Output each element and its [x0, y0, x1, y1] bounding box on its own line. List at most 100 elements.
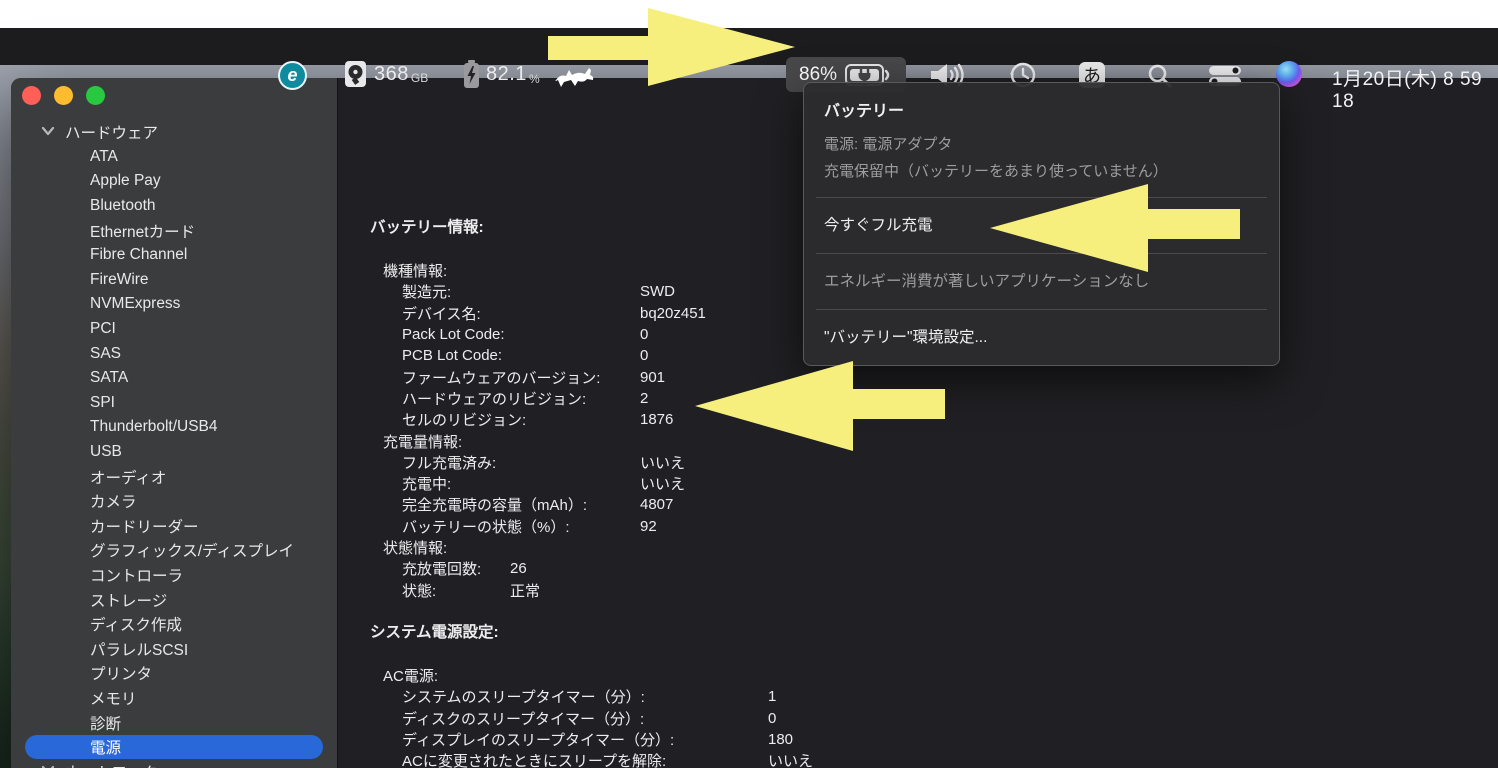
eset-menu-extra[interactable]: e: [278, 61, 307, 90]
info-value: 4807: [640, 496, 674, 514]
menu-status-line: 電源: 電源アダプタ: [824, 136, 953, 153]
system-power-header: システム電源設定:: [370, 624, 499, 641]
battery-health-menu-extra[interactable]: 82.1 %: [463, 59, 540, 89]
menu-item-"バッテリー"環境設定...[interactable]: "バッテリー"環境設定...: [824, 325, 987, 347]
sidebar-item-SAS[interactable]: SAS: [11, 341, 337, 366]
sidebar-item-USB[interactable]: USB: [11, 440, 337, 465]
sidebar-item-label: 診断: [90, 715, 122, 733]
info-label: PCB Lot Code:: [402, 347, 503, 365]
info-label: システムのスリープタイマー（分）:: [402, 689, 645, 707]
desktop: e 368 GB 82.1 % 86% あ 1月20日(木) 8 59 18 ハ…: [0, 0, 1498, 768]
sidebar-item-label: コントローラ: [90, 567, 184, 585]
sidebar-item-グラフィックス/ディスプレイ[interactable]: グラフィックス/ディスプレイ: [11, 538, 337, 563]
info-label: バッテリーの状態（%）:: [402, 518, 570, 536]
info-value: 1876: [640, 411, 674, 429]
info-label: ディスプレイのスリープタイマー（分）:: [402, 732, 675, 750]
siri-icon[interactable]: [1276, 61, 1302, 87]
info-value: いいえ: [640, 454, 686, 472]
eset-letter: e: [287, 65, 298, 85]
sidebar-item-カードリーダー[interactable]: カードリーダー: [11, 514, 337, 539]
section-heading: AC電源:: [383, 668, 439, 686]
sidebar: ハードウェア ATA Apple Pay Bluetooth Ethernetカード Fi…: [11, 78, 338, 768]
info-label: フル充電済み:: [402, 454, 497, 472]
section-heading: 機種情報:: [383, 263, 448, 281]
info-label: 状態:: [402, 582, 437, 600]
close-button[interactable]: [22, 86, 41, 105]
info-row: 充放電回数: 26: [338, 558, 1498, 579]
sidebar-item-診断[interactable]: 診断: [11, 710, 337, 735]
sidebar-item-SATA[interactable]: SATA: [11, 366, 337, 391]
battery-bolt-icon: [463, 59, 480, 89]
sidebar-item-label: Bluetooth: [90, 197, 156, 215]
info-label: セルのリビジョン:: [402, 412, 527, 430]
chevron-down-icon[interactable]: [41, 124, 55, 138]
annotation-arrow-charge-now: [990, 184, 1242, 272]
sidebar-item-プリンタ[interactable]: プリンタ: [11, 661, 337, 686]
menu-item-今すぐフル充電[interactable]: 今すぐフル充電: [824, 213, 933, 235]
sidebar-item-label: ATA: [90, 147, 118, 165]
sidebar-item-label: ストレージ: [90, 592, 168, 610]
sidebar-item-FireWire[interactable]: FireWire: [11, 268, 337, 293]
window-controls: [22, 86, 105, 105]
sidebar-item-label: プリンタ: [90, 666, 153, 684]
sidebar-group-hardware[interactable]: ハードウェア: [11, 120, 337, 145]
info-row: ACに変更されたときにスリープを解除: いいえ: [338, 750, 1498, 768]
sidebar-group-network[interactable]: ネットワーク: [11, 759, 337, 768]
info-value: いいえ: [768, 753, 814, 768]
info-value: 2: [640, 389, 649, 407]
sidebar-item-カメラ[interactable]: カメラ: [11, 489, 337, 514]
sidebar-item-label: NVMExpress: [90, 295, 181, 313]
sidebar-item-コントローラ[interactable]: コントローラ: [11, 563, 337, 588]
info-label: ハードウェアのリビジョン:: [402, 390, 587, 408]
sidebar-item-Apple Pay[interactable]: Apple Pay: [11, 169, 337, 194]
sidebar-item-Fibre Channel[interactable]: Fibre Channel: [11, 243, 337, 268]
sidebar-item-label: ネットワーク: [65, 761, 158, 768]
sidebar-item-label: FireWire: [90, 270, 149, 288]
info-label: ファームウェアのバージョン:: [402, 369, 601, 387]
menu-status-line: 充電保留中（バッテリーをあまり使っていません）: [824, 163, 1168, 180]
info-value: 0: [640, 347, 649, 365]
sidebar-item-NVMExpress[interactable]: NVMExpress: [11, 292, 337, 317]
sidebar-item-SPI[interactable]: SPI: [11, 391, 337, 416]
info-row: ディスクのスリープタイマー（分）: 0: [338, 708, 1498, 729]
sidebar-item-メモリ[interactable]: メモリ: [11, 686, 337, 711]
zoom-button[interactable]: [86, 86, 105, 105]
sidebar-item-ディスク作成[interactable]: ディスク作成: [11, 612, 337, 637]
info-label: 製造元:: [402, 284, 452, 302]
sidebar-item-label: SPI: [90, 393, 115, 411]
eset-icon: e: [278, 61, 307, 90]
sidebar-item-ATA[interactable]: ATA: [11, 145, 337, 170]
sidebar-item-PCI[interactable]: PCI: [11, 317, 337, 342]
sidebar-item-label: ディスク作成: [90, 617, 182, 635]
sidebar-item-label: SAS: [90, 344, 122, 362]
info-value: 1: [768, 688, 777, 706]
sidebar-item-電源[interactable]: 電源: [25, 734, 323, 760]
sidebar-item-Thunderbolt/USB4[interactable]: Thunderbolt/USB4: [11, 415, 337, 440]
minimize-button[interactable]: [54, 86, 73, 105]
sidebar-item-オーディオ[interactable]: オーディオ: [11, 464, 337, 489]
sidebar-item-ストレージ[interactable]: ストレージ: [11, 587, 337, 612]
disk-usage-menu-extra[interactable]: 368 GB: [344, 60, 428, 88]
sidebar-item-label: カードリーダー: [90, 518, 199, 536]
disk-icon: [344, 60, 367, 88]
chevron-down-icon[interactable]: [41, 763, 55, 768]
info-label: 充電中:: [402, 476, 452, 494]
info-row: 完全充電時の容量（mAh）: 4807: [338, 494, 1498, 515]
info-value: SWD: [640, 283, 675, 301]
info-label: 完全充電時の容量（mAh）:: [402, 497, 588, 515]
info-value: 正常: [510, 582, 541, 600]
info-value: 92: [640, 517, 657, 535]
sidebar-item-Ethernetカード[interactable]: Ethernetカード: [11, 218, 337, 243]
info-label: デバイス名:: [402, 305, 481, 323]
sidebar-item-パラレルSCSI[interactable]: パラレルSCSI: [11, 636, 337, 661]
info-label: ACに変更されたときにスリープを解除:: [402, 753, 667, 768]
clock-menu-extra[interactable]: 1月20日(木) 8 59 18: [1332, 64, 1498, 113]
battery-menu-title: バッテリー: [824, 103, 905, 120]
sidebar-item-Bluetooth[interactable]: Bluetooth: [11, 194, 337, 219]
info-value: 0: [768, 709, 777, 727]
sidebar-item-label: Apple Pay: [90, 172, 161, 190]
info-row: フル充電済み: いいえ: [338, 452, 1498, 473]
info-value: bq20z451: [640, 304, 706, 322]
sidebar-item-label: SATA: [90, 369, 129, 387]
sidebar-item-label: グラフィックス/ディスプレイ: [90, 543, 294, 561]
